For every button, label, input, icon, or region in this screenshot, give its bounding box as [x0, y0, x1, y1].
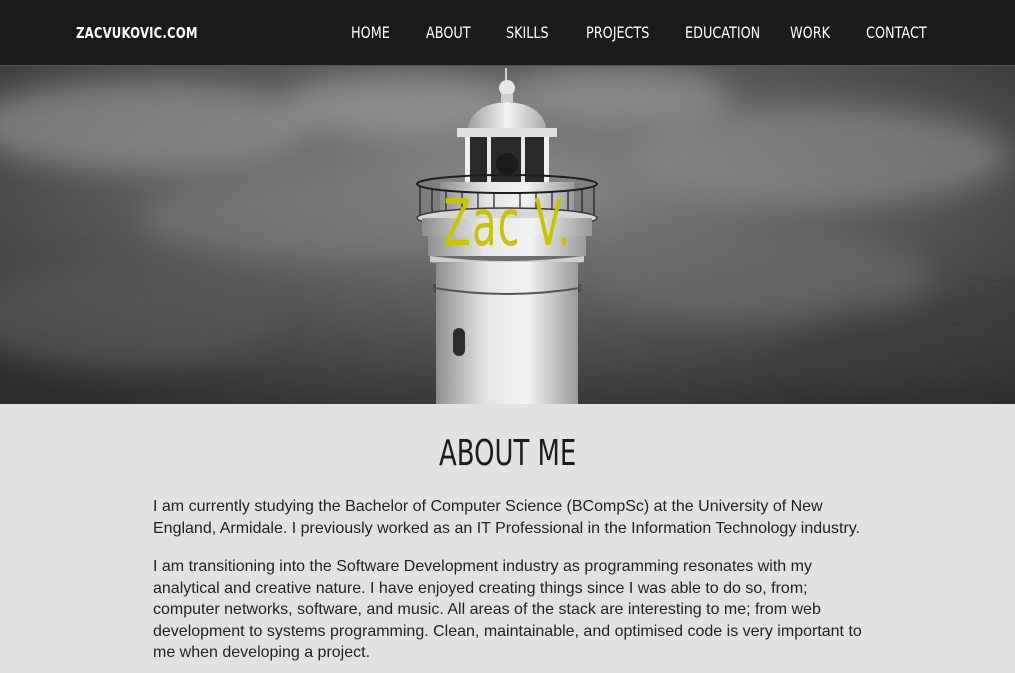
nav-link-education[interactable]: EDUCATION: [685, 0, 760, 66]
hero-title: Zac V.: [443, 187, 572, 261]
about-paragraph-1: I am currently studying the Bachelor of …: [153, 498, 861, 537]
nav-link-work[interactable]: WORK: [790, 0, 830, 66]
navbar: ZACVUKOVIC.COM HOME ABOUT SKILLS PROJECT…: [0, 0, 1015, 66]
hero-banner: Zac V.: [0, 66, 1015, 404]
nav-link-projects[interactable]: PROJECTS: [586, 0, 649, 66]
about-heading: ABOUT ME: [439, 433, 577, 474]
about-section: ABOUT ME I am currently studying the Bac…: [0, 404, 1015, 673]
nav-link-skills[interactable]: SKILLS: [506, 0, 549, 66]
nav-link-about[interactable]: ABOUT: [426, 0, 471, 66]
nav-link-contact[interactable]: CONTACT: [866, 0, 927, 66]
nav-link-home[interactable]: HOME: [351, 0, 390, 66]
about-paragraph-2: I am transitioning into the Software Dev…: [153, 558, 862, 661]
brand-link[interactable]: ZACVUKOVIC.COM: [76, 0, 198, 66]
